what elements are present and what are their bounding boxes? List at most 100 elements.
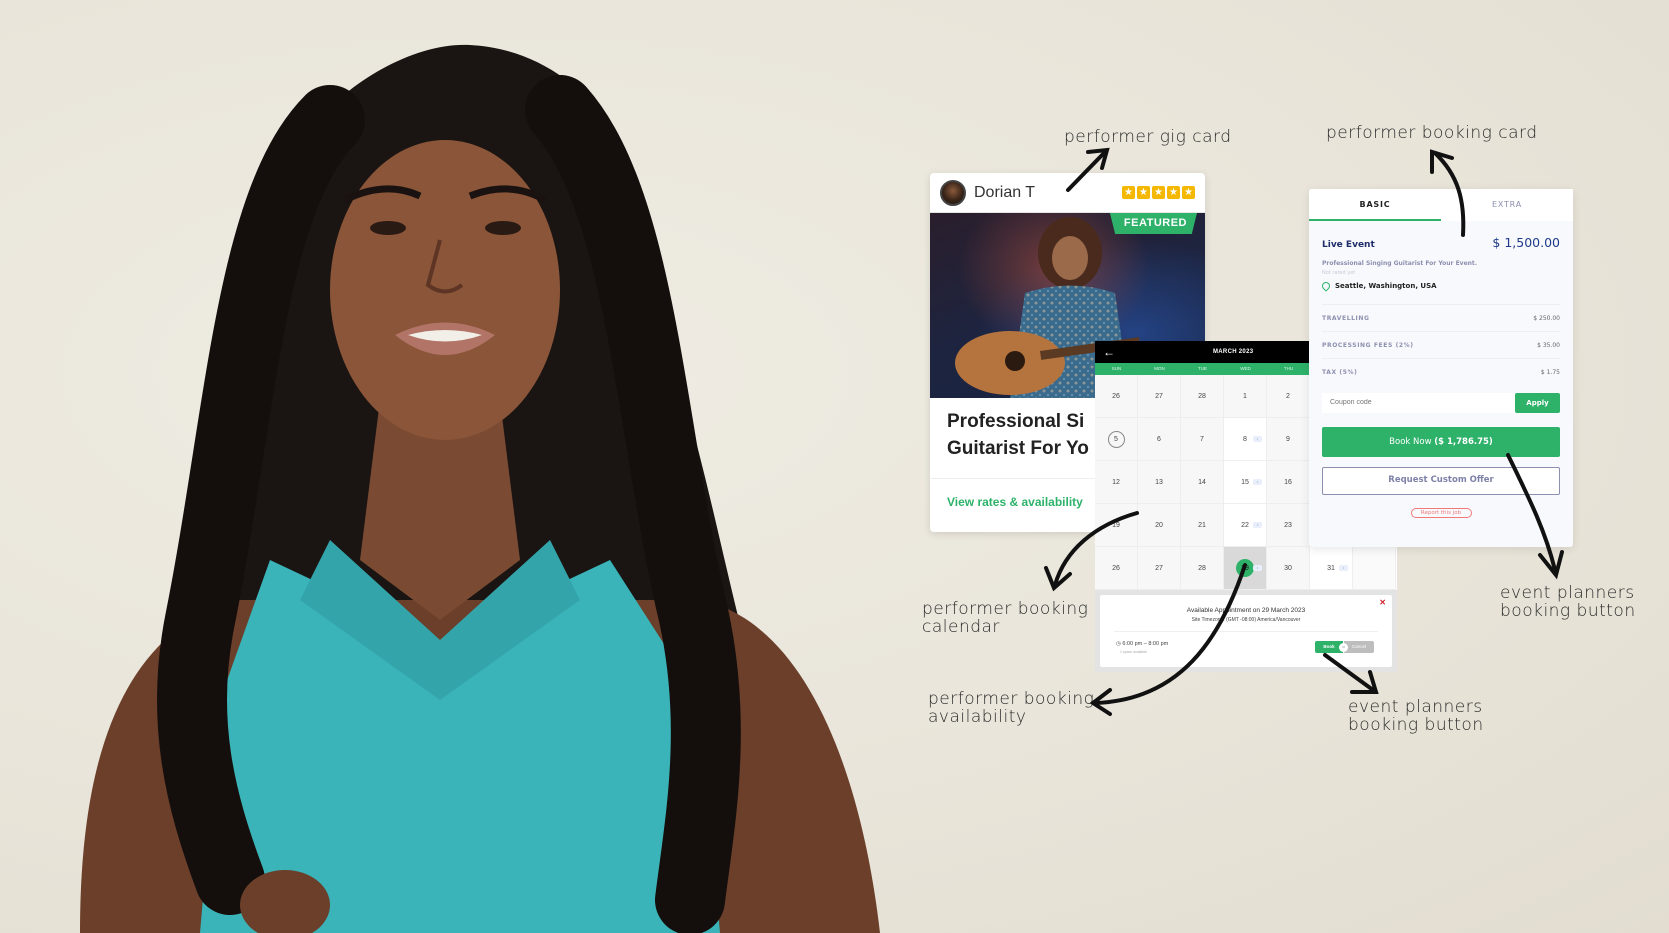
package-description: Professional Singing Guitarist For Your … (1322, 260, 1478, 267)
annotation-availability: performer booking availability (928, 690, 1094, 726)
day-number: 26 (1112, 392, 1120, 400)
calendar-day[interactable]: 16 (1267, 461, 1310, 504)
cancel-slot-button[interactable]: Cancel (1344, 641, 1374, 653)
booking-body: Live Event $ 1,500.00 Professional Singi… (1309, 221, 1573, 518)
calendar-day[interactable]: 12 (1095, 461, 1138, 504)
star-icon: ★ (1182, 186, 1195, 199)
day-number: 26 (1112, 564, 1120, 572)
day-number: 15 (1241, 478, 1249, 486)
weekday-label: SUN (1111, 366, 1122, 371)
presenter-video (0, 0, 930, 933)
calendar-day[interactable]: 6 (1138, 418, 1181, 461)
rating-text: Not rated yet (1322, 270, 1356, 276)
annotation-calendar: performer booking calendar (922, 600, 1088, 636)
slot-indicator-icon: • (1253, 522, 1262, 528)
book-now-label: Book Now (1389, 437, 1432, 447)
popup-timezone: Site Timezone: (GMT -08:00) America/Vanc… (1191, 617, 1301, 623)
fee-row: TRAVELLING $ 250.00 (1322, 304, 1560, 331)
calendar-day[interactable]: 26 (1095, 547, 1138, 590)
day-number: 23 (1284, 521, 1292, 529)
back-arrow-icon[interactable]: ← (1103, 345, 1115, 359)
book-now-total: ($ 1,786.75) (1434, 437, 1493, 447)
star-icon: ★ (1122, 186, 1135, 199)
calendar-day[interactable]: 20 (1138, 504, 1181, 547)
arrowhead-popup-book (1350, 670, 1379, 694)
annotation-line: calendar (922, 617, 1000, 637)
location-pin-icon (1320, 280, 1332, 292)
day-number: 7 (1200, 435, 1204, 443)
package-tabs: BASIC EXTRA (1309, 189, 1573, 221)
request-custom-offer-button[interactable]: Request Custom Offer (1322, 467, 1560, 495)
fee-label: TRAVELLING (1322, 314, 1370, 322)
calendar-day[interactable]: 7 (1181, 418, 1224, 461)
calendar-day[interactable]: 13 (1138, 461, 1181, 504)
star-icon: ★ (1152, 186, 1165, 199)
calendar-day[interactable]: 27 (1138, 547, 1181, 590)
location-text: Seattle, Washington, USA (1335, 282, 1437, 290)
star-icon: ★ (1167, 186, 1180, 199)
availability-popup: ✕ Available Appointment on 29 March 2023… (1100, 595, 1392, 667)
calendar-day[interactable]: 28 (1181, 375, 1224, 418)
weekday-label: MON (1154, 366, 1165, 371)
annotation-booking-card: performer booking card (1326, 123, 1538, 143)
calendar-day[interactable]: 29 • (1224, 547, 1267, 590)
slot-indicator-icon: • (1253, 479, 1262, 485)
coupon-input[interactable] (1322, 393, 1515, 413)
day-number: 2 (1286, 392, 1290, 400)
calendar-day[interactable]: 21 (1181, 504, 1224, 547)
tab-extra[interactable]: EXTRA (1441, 189, 1573, 221)
popup-actions: Book or Cancel (1315, 641, 1374, 653)
fee-label: TAX (5%) (1322, 368, 1358, 376)
day-number: 27 (1155, 564, 1163, 572)
calendar-day[interactable]: 22 • (1224, 504, 1267, 547)
fee-value: $ 1.75 (1540, 368, 1560, 376)
annotation-line: event planners (1348, 697, 1483, 717)
performer-booking-card: BASIC EXTRA Live Event $ 1,500.00 Profes… (1309, 189, 1573, 547)
time-slot: ◷ 6:00 pm – 8:00 pm (1116, 641, 1168, 647)
calendar-day[interactable]: 9 (1267, 418, 1310, 461)
tab-basic[interactable]: BASIC (1309, 189, 1441, 221)
close-icon[interactable]: ✕ (1379, 598, 1386, 607)
annotation-line: booking button (1348, 715, 1484, 735)
presenter-figure (80, 44, 880, 933)
annotation-line: performer booking (922, 599, 1089, 619)
day-number: 13 (1155, 478, 1163, 486)
calendar-day[interactable]: 23 (1267, 504, 1310, 547)
annotation-line: performer booking (928, 689, 1095, 709)
calendar-day[interactable]: 8 • (1224, 418, 1267, 461)
report-job-link[interactable]: Report this job (1410, 508, 1472, 518)
apply-coupon-button[interactable]: Apply (1515, 393, 1560, 413)
package-name: Live Event (1322, 240, 1375, 250)
fee-value: $ 35.00 (1537, 341, 1560, 349)
calendar-day[interactable]: 1 (1224, 375, 1267, 418)
calendar-day[interactable]: 5 (1095, 418, 1138, 461)
fee-list: TRAVELLING $ 250.00 PROCESSING FEES (2%)… (1322, 304, 1560, 385)
annotation-planners-button-right: event planners booking button (1500, 584, 1636, 620)
fee-value: $ 250.00 (1533, 314, 1560, 322)
calendar-day[interactable]: 27 (1138, 375, 1181, 418)
performer-name[interactable]: Dorian T (974, 184, 1035, 202)
calendar-day[interactable]: 2 (1267, 375, 1310, 418)
arrowhead-book-now (1538, 550, 1564, 580)
day-number: 12 (1112, 478, 1120, 486)
calendar-day[interactable]: 31 • (1310, 547, 1353, 590)
fee-row: TAX (5%) $ 1.75 (1322, 358, 1560, 385)
calendar-day[interactable]: 26 (1095, 375, 1138, 418)
arrowhead-availability (1089, 688, 1112, 716)
slot-indicator-icon: • (1339, 565, 1348, 571)
calendar-day[interactable]: 19 (1095, 504, 1138, 547)
or-separator: or (1339, 642, 1348, 652)
calendar-day[interactable]: 14 (1181, 461, 1224, 504)
fee-row: PROCESSING FEES (2%) $ 35.00 (1322, 331, 1560, 358)
weekday-label: TUE (1198, 366, 1207, 371)
calendar-day[interactable]: 30 (1267, 547, 1310, 590)
calendar-day[interactable]: 28 (1181, 547, 1224, 590)
annotation-line: event planners (1500, 583, 1635, 603)
day-number: 1 (1243, 392, 1247, 400)
selected-day-marker: 29 (1236, 559, 1254, 577)
performer-avatar[interactable] (940, 179, 966, 206)
arrowhead-calendar (1044, 566, 1072, 592)
book-now-button[interactable]: Book Now ($ 1,786.75) (1322, 427, 1560, 457)
today-marker: 5 (1107, 430, 1125, 448)
calendar-day[interactable]: 15 • (1224, 461, 1267, 504)
